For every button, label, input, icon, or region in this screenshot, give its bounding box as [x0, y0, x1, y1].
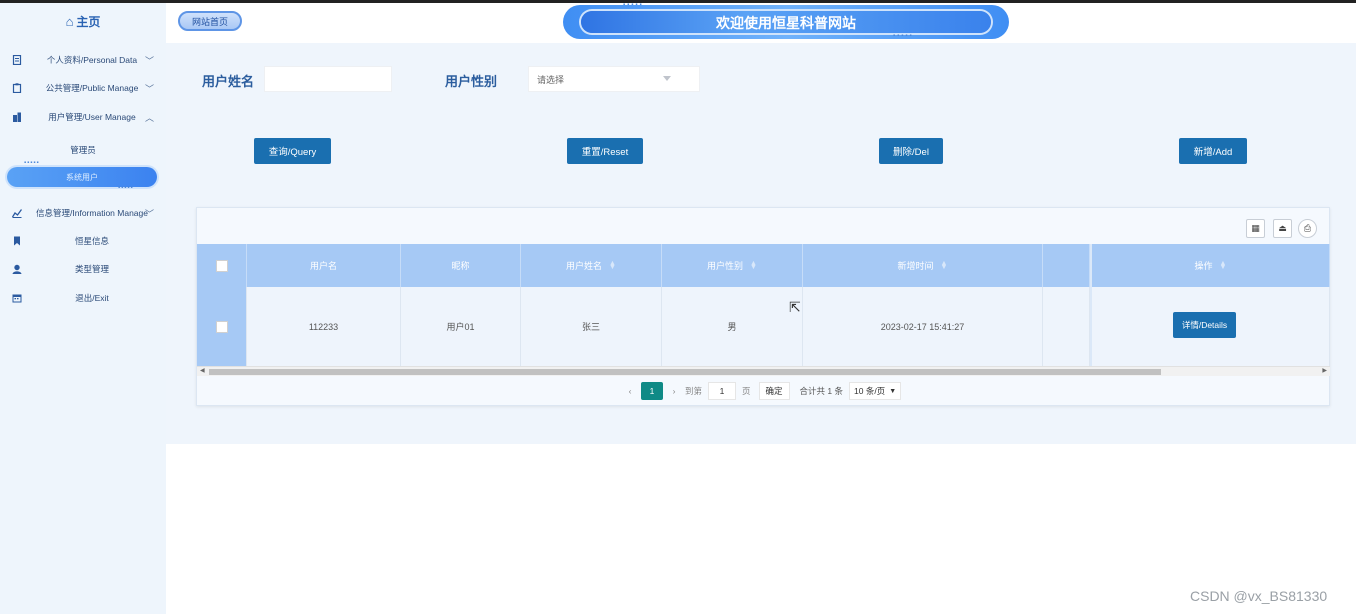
welcome-title: 欢迎使用恒星科普网站 [716, 15, 856, 31]
sidebar-item-admin[interactable]: 管理员 [0, 144, 166, 156]
sidebar-item-system-users[interactable]: 系统用户 [3, 164, 161, 190]
next-page-icon[interactable]: › [663, 382, 685, 400]
cell-gender: 男 [662, 287, 803, 366]
menu-user-manage[interactable]: 用户管理/User Manage ︿ [0, 108, 166, 126]
col-label: 用户姓名 [566, 261, 603, 271]
query-button[interactable]: 查询/Query [254, 138, 331, 164]
cell-empty [1043, 287, 1090, 366]
row-checkbox[interactable] [215, 320, 228, 333]
goto-page-input[interactable]: 1 [708, 382, 737, 400]
menu-label: 信息管理/Information Manage [36, 208, 148, 218]
sidebar: ⌂ 主页 个人资料/Personal Data ﹀ 公共管理/Public Ma… [0, 3, 166, 614]
menu-label: 公共管理/Public Manage [45, 83, 139, 93]
decor-dots: ▪▪▪▪▪ [118, 185, 134, 191]
col-label: 操作 [1194, 261, 1213, 271]
site-home-button[interactable]: 网站首页 [178, 11, 242, 31]
col-actions[interactable]: 操作 ▲ ▼ [1090, 244, 1330, 287]
print-icon[interactable]: ⎙ [1298, 219, 1317, 238]
reset-button[interactable]: 重置/Reset [567, 138, 643, 164]
goto-label: 到第 [685, 386, 703, 396]
home-icon: ⌂ [65, 13, 74, 29]
name-input[interactable] [264, 66, 392, 92]
chevron-down-icon: ▼ [889, 387, 897, 395]
gender-select-value: 请选择 [537, 74, 565, 85]
horizontal-scrollbar[interactable]: ◀ ▶ [197, 366, 1330, 376]
cell-created: 2023-02-17 15:41:27 [803, 287, 1043, 366]
header: 网站首页 ▪▪▪▪▪ 欢迎使用恒星科普网站 ▪▪▪▪▪ [166, 2, 1356, 43]
menu-personal-data[interactable]: 个人资料/Personal Data ﹀ [0, 51, 166, 69]
cell-nickname: 用户01 [401, 287, 521, 366]
scroll-left-icon[interactable]: ◀ [200, 367, 205, 374]
page-current[interactable]: 1 [641, 382, 663, 400]
name-label: 用户姓名 [202, 74, 255, 89]
home-link[interactable]: ⌂ 主页 [0, 11, 166, 31]
page-size-select[interactable]: 10 条/页 ▼ [849, 382, 902, 400]
sort-icon: ▲ ▼ [609, 259, 616, 271]
details-button[interactable]: 详情/Details [1173, 311, 1236, 338]
export-icon[interactable]: ⏏ [1273, 219, 1292, 238]
select-all-cell [197, 244, 247, 287]
sub-label: 系统用户 [66, 173, 98, 182]
col-gender[interactable]: 用户性别 ▲ ▼ [662, 244, 803, 287]
sub-label: 管理员 [70, 145, 96, 155]
pagination: ‹ 1 › 到第 1 页 确定 合计共 1 条 10 条/页 ▼ [619, 382, 902, 400]
data-table-panel: ▦ ⏏ ⎙ 用户名 昵称 用户姓名 ▲ ▼ 用户性别 ▲ ▼ 新增时间 ▲ ▼ 操作 ▲ ▼ 1… [196, 207, 1330, 406]
menu-information-manage[interactable]: 信息管理/Information Manage ﹀ [0, 204, 166, 222]
main-content: 用户姓名 用户性别 请选择 查询/Query 重置/Reset 删除/Del 新… [166, 43, 1356, 444]
columns-filter-icon[interactable]: ▦ [1246, 219, 1265, 238]
prev-page-icon[interactable]: ‹ [619, 382, 641, 400]
add-button[interactable]: 新增/Add [1179, 138, 1247, 164]
home-label: 主页 [76, 14, 101, 29]
menu-label: 个人资料/Personal Data [46, 55, 138, 65]
col-label: 用户性别 [707, 261, 744, 271]
goto-confirm-button[interactable]: 确定 [758, 382, 790, 400]
col-label: 昵称 [451, 261, 470, 271]
cell-username: 112233 [247, 287, 401, 366]
welcome-banner: ▪▪▪▪▪ 欢迎使用恒星科普网站 ▪▪▪▪▪ [563, 2, 1009, 39]
sort-icon: ▲ ▼ [1219, 259, 1227, 271]
sort-icon: ▲ ▼ [750, 259, 757, 271]
col-label: 新增时间 [897, 261, 934, 271]
col-nickname: 昵称 [401, 244, 521, 287]
cell-actions: 详情/Details [1090, 287, 1330, 366]
mouse-cursor-icon: ⇱ [789, 299, 801, 315]
col-realname[interactable]: 用户姓名 ▲ ▼ [521, 244, 662, 287]
chevron-down-icon: ﹀ [145, 208, 155, 219]
menu-label: 退出/Exit [75, 293, 109, 303]
scroll-right-icon[interactable]: ▶ [1322, 367, 1327, 374]
caret-down-icon [663, 76, 671, 81]
col-created[interactable]: 新增时间 ▲ ▼ [803, 244, 1043, 287]
delete-button[interactable]: 删除/Del [879, 138, 943, 164]
table-row[interactable]: 112233 用户01 张三 男 2023-02-17 15:41:27 详情/… [197, 287, 1330, 366]
page-size-value: 10 条/页 [854, 386, 886, 396]
chevron-up-icon: ︿ [145, 112, 155, 123]
chevron-down-icon: ﹀ [145, 83, 155, 94]
table-header: 用户名 昵称 用户姓名 ▲ ▼ 用户性别 ▲ ▼ 新增时间 ▲ ▼ 操作 ▲ ▼ [197, 244, 1330, 287]
decor-dots: ▪▪▪▪▪ [893, 33, 914, 39]
watermark: CSDN @vx_BS81330 [1190, 588, 1328, 604]
row-select-cell [197, 287, 247, 366]
total-count: 合计共 1 条 [799, 386, 843, 396]
sort-icon: ▲ ▼ [940, 259, 948, 271]
col-label: 用户名 [309, 261, 337, 271]
page-unit: 页 [742, 386, 751, 396]
menu-public-manage[interactable]: 公共管理/Public Manage ﹀ [0, 79, 166, 97]
menu-label: 用户管理/User Manage [48, 112, 136, 122]
sidebar-item-star-info[interactable]: 恒星信息 [0, 232, 166, 250]
sidebar-item-exit[interactable]: 退出/Exit [0, 289, 166, 307]
col-empty [1043, 244, 1090, 287]
sidebar-item-type-manage[interactable]: 类型管理 [0, 260, 166, 278]
select-all-checkbox[interactable] [215, 259, 228, 272]
scrollbar-thumb[interactable] [209, 369, 1161, 375]
cell-realname: 张三 [521, 287, 662, 366]
menu-label: 恒星信息 [74, 236, 109, 246]
gender-select[interactable]: 请选择 [528, 66, 700, 92]
chevron-down-icon: ﹀ [145, 55, 155, 66]
decor-dots: ▪▪▪▪▪ [623, 2, 644, 8]
col-username: 用户名 [247, 244, 401, 287]
menu-label: 类型管理 [74, 264, 109, 274]
gender-label: 用户性别 [445, 74, 498, 89]
